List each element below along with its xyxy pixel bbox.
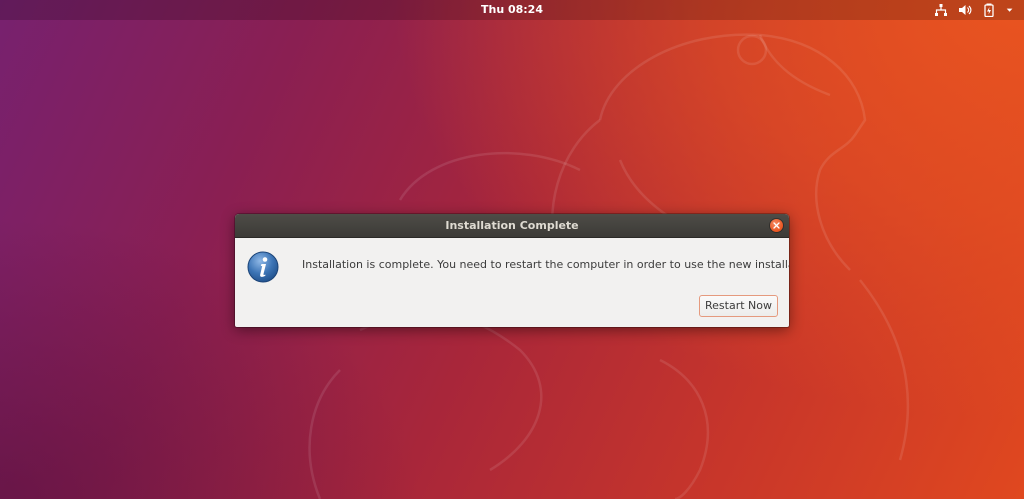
volume-icon[interactable] [958,3,972,17]
dialog-titlebar[interactable]: Installation Complete [235,214,789,238]
close-button[interactable] [770,219,783,232]
restart-now-button[interactable]: Restart Now [699,295,778,317]
installation-complete-dialog: Installation Complete Installation is co… [235,214,789,327]
close-icon [773,222,780,229]
network-icon[interactable] [934,3,948,17]
dialog-message: Installation is complete. You need to re… [302,258,789,271]
battery-icon[interactable] [982,3,996,17]
dialog-title: Installation Complete [445,219,579,232]
clock[interactable]: Thu 08:24 [0,0,1024,20]
top-bar: Thu 08:24 [0,0,1024,20]
info-icon [247,251,279,283]
system-tray[interactable] [934,0,1016,20]
system-menu-arrow-icon[interactable] [1006,3,1016,17]
